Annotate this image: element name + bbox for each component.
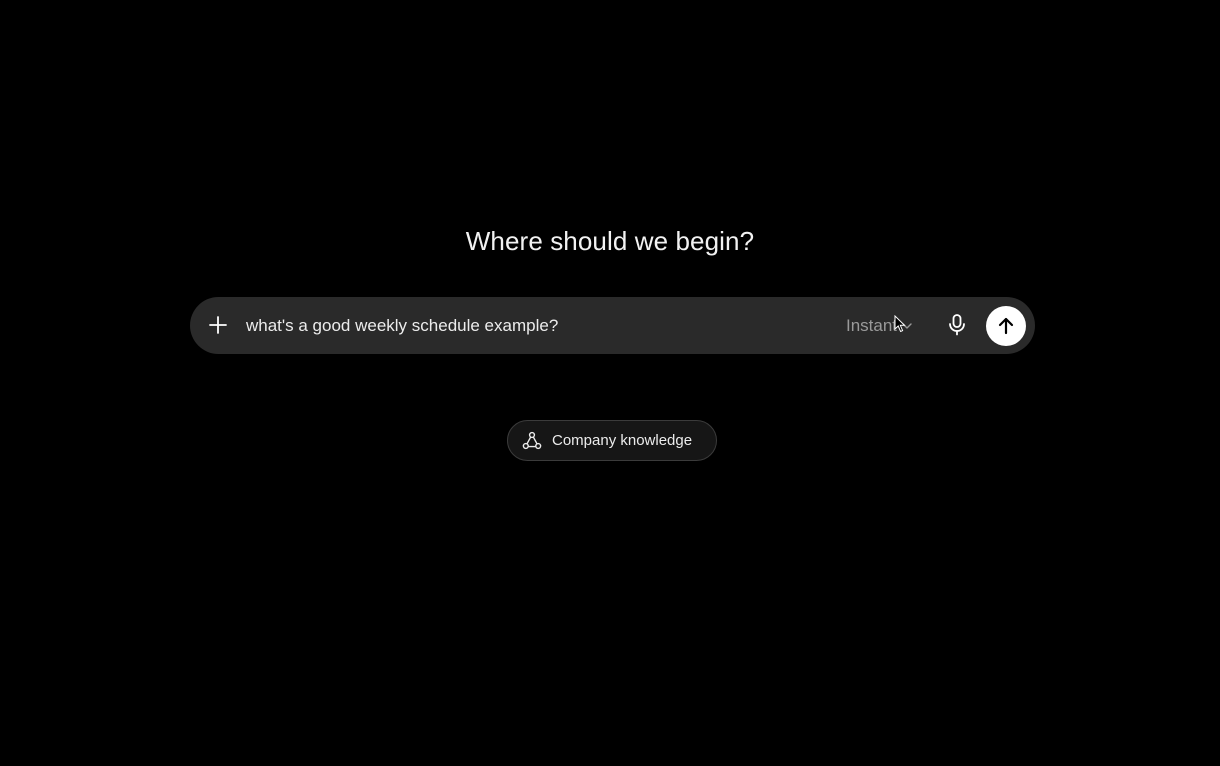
chip-label: Company knowledge — [552, 432, 693, 449]
company-knowledge-chip[interactable]: Company knowledge — [507, 420, 717, 461]
connected-nodes-icon — [522, 431, 542, 449]
chevron-down-icon — [902, 323, 912, 329]
send-button[interactable] — [986, 306, 1026, 346]
model-select[interactable]: Instant — [846, 314, 913, 338]
arrow-up-icon — [998, 317, 1014, 335]
model-label: Instant — [846, 316, 898, 335]
voice-input-button[interactable] — [945, 313, 969, 337]
page-heading: Where should we begin? — [465, 226, 755, 256]
page: Where should we begin? Instant — [0, 0, 1220, 766]
plus-icon — [209, 316, 227, 334]
attach-button[interactable] — [206, 313, 230, 337]
microphone-icon — [949, 314, 965, 336]
prompt-input[interactable] — [246, 314, 806, 338]
